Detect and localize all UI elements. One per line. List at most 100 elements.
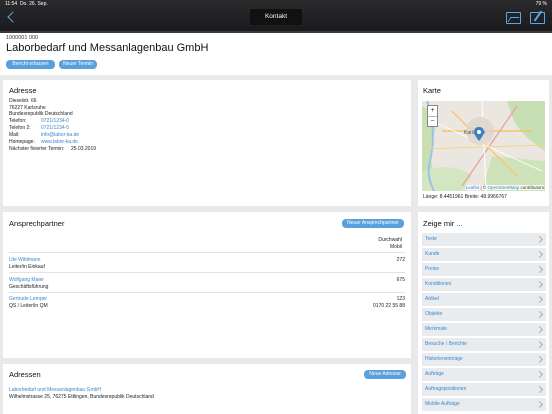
phone2-label: Telefon 2: (9, 125, 31, 131)
menu-item[interactable]: Preise (422, 263, 546, 276)
map-view[interactable]: Karlsruhe + − Leaflet | © OpenStreetMap … (422, 101, 545, 191)
chevron-right-icon (535, 385, 544, 394)
menu-item[interactable]: Merkmale (422, 323, 546, 336)
address-item-address: Wilhelmstrasse 25, 76275 Ettlingen, Bund… (9, 393, 154, 400)
phone-row: Telefon: 0721/1234-0 (9, 118, 69, 124)
chevron-right-icon (535, 325, 544, 334)
address-list-item[interactable]: Laborbedarf und Messanlagenbau GmbH Wilh… (9, 387, 154, 400)
customer-header: 1000001 000 Laborbedarf und Messanlagenb… (0, 33, 552, 75)
chevron-right-icon (535, 235, 544, 244)
next-appointment-value: 25.03.2019 (71, 146, 97, 152)
address-country: Bundesrepublik Deutschland (9, 111, 73, 117)
contact-ext-mobile: 675 (397, 277, 405, 284)
customer-number: 1000001 000 (6, 35, 39, 41)
menu-item[interactable]: Konditionen (422, 278, 546, 291)
new-contact-button[interactable]: Neuer Ansprechpartner (342, 219, 404, 228)
next-appointment-label: Nächster fixierter Termin: (9, 146, 65, 152)
map-icon[interactable] (506, 12, 521, 24)
phone2-row: Telefon 2: 0721/1234-5 (9, 125, 69, 131)
col-head-mobile: Mobil (390, 243, 402, 250)
menu-item-label: Merkmale (425, 326, 447, 332)
status-bar: 11:54 Do. 26. Sep. 79 % (0, 0, 552, 7)
edit-icon[interactable] (530, 12, 545, 24)
contact-role: QS / Leiter/in QM (9, 302, 48, 309)
contacts-card: Ansprechpartner Neuer Ansprechpartner Du… (3, 212, 411, 358)
chevron-right-icon (535, 310, 544, 319)
phone-label: Telefon: (9, 118, 27, 124)
menu-item[interactable]: Artikel (422, 293, 546, 306)
map-marker-icon[interactable] (474, 127, 484, 141)
homepage-label: Homepage: (9, 139, 35, 145)
chevron-right-icon (535, 340, 544, 349)
menu-item[interactable]: Historieneinträge (422, 353, 546, 366)
menu-item-label: Historieneinträge (425, 356, 463, 362)
show-me-title: Zeige mir ... (423, 219, 463, 228)
contact-mobile: 0170 22 55 88 (373, 302, 405, 309)
menu-item[interactable]: Kunde (422, 248, 546, 261)
map-coordinates: Länge: 8.4451961 Breite: 48.9966767 (423, 194, 507, 200)
menu-item[interactable]: Mobile Aufträge (422, 398, 546, 411)
menu-item[interactable]: Aufträge (422, 368, 546, 381)
chevron-right-icon (535, 295, 544, 304)
report-button[interactable]: Bericht erfassen (6, 60, 55, 69)
address-card: Adresse Dieselstr. 66 76227 Karlsruhe Bu… (3, 80, 411, 206)
menu-item[interactable]: Texte (422, 233, 546, 246)
new-address-button[interactable]: Neue Adresse (364, 370, 406, 379)
menu-item-label: Artikel (425, 296, 439, 302)
status-battery: 79 % (535, 1, 547, 7)
map-zoom-control: + − (427, 105, 438, 127)
menu-item-label: Preise (425, 266, 440, 272)
status-time-date: 11:54 Do. 26. Sep. (5, 1, 48, 7)
contact-row[interactable]: Ute Wildmann Leiter/in Einkauf 272 (9, 257, 405, 270)
next-appointment-row: Nächster fixierter Termin: 25.03.2019 (9, 146, 96, 152)
menu-item-label: Texte (425, 236, 437, 242)
osm-link[interactable]: OpenStreetMap (487, 185, 519, 190)
contacts-title: Ansprechpartner (9, 219, 65, 228)
back-chevron-icon[interactable] (7, 11, 17, 25)
phone2-link[interactable]: 0721/1234-5 (41, 125, 69, 131)
menu-item-label: Konditionen (425, 281, 452, 287)
contact-ext: 675 (396, 277, 405, 283)
homepage-link[interactable]: www.labor-ka.de (41, 139, 78, 145)
navigation-bar: 11:54 Do. 26. Sep. 79 % Kontakt (0, 0, 552, 33)
addresses-title: Adressen (9, 370, 41, 379)
contact-row[interactable]: Gertrude Lemper QS / Leiter/in QM 123 017… (9, 296, 405, 309)
chevron-right-icon (535, 265, 544, 274)
map-title: Karte (423, 86, 441, 95)
contact-row[interactable]: Wolfgang Maier Geschäftsführung 675 (9, 277, 405, 290)
menu-item[interactable]: Besuche / Berichte (422, 338, 546, 351)
contact-ext: 272 (396, 257, 405, 263)
leaflet-link[interactable]: Leaflet (466, 185, 480, 190)
new-appointment-button[interactable]: Neuer Termin (59, 60, 97, 69)
menu-item-label: Besuche / Berichte (425, 341, 467, 347)
contacts-column-header: Durchwahl Mobil (378, 237, 402, 250)
menu-item-label: Aufträge (425, 371, 444, 377)
contact-role: Leiter/in Einkauf (9, 263, 45, 270)
mail-link[interactable]: info@labor-ka.de (41, 132, 79, 138)
nav-title: Kontakt (250, 9, 302, 25)
zoom-in-button[interactable]: + (428, 106, 437, 117)
mail-row: Mail: info@labor-ka.de (9, 132, 79, 138)
show-me-card: Zeige mir ... Texte Kunde Preise Konditi… (418, 212, 549, 414)
contact-ext-mobile: 123 0170 22 55 88 (373, 296, 405, 309)
chevron-right-icon (535, 355, 544, 364)
phone-link[interactable]: 0721/1234-0 (41, 118, 69, 124)
chevron-right-icon (535, 400, 544, 409)
addresses-card: Adressen Neue Adresse Laborbedarf und Me… (3, 364, 411, 414)
chevron-right-icon (535, 250, 544, 259)
menu-item-label: Kunde (425, 251, 440, 257)
menu-item[interactable]: Auftragspositionen (422, 383, 546, 396)
address-title: Adresse (9, 86, 37, 95)
contact-ext-mobile: 272 (397, 257, 405, 264)
address-lines: Dieselstr. 66 76227 Karlsruhe Bundesrepu… (9, 98, 73, 118)
map-tiles: Karlsruhe (422, 101, 545, 191)
homepage-row: Homepage: www.labor-ka.de (9, 139, 78, 145)
zoom-out-button[interactable]: − (428, 117, 437, 127)
divider (9, 292, 405, 293)
customer-name: Laborbedarf und Messanlagenbau GmbH (6, 42, 209, 54)
divider (9, 272, 405, 273)
chevron-right-icon (535, 280, 544, 289)
menu-item-label: Auftragspositionen (425, 386, 467, 392)
menu-item[interactable]: Objekte (422, 308, 546, 321)
chevron-right-icon (535, 370, 544, 379)
